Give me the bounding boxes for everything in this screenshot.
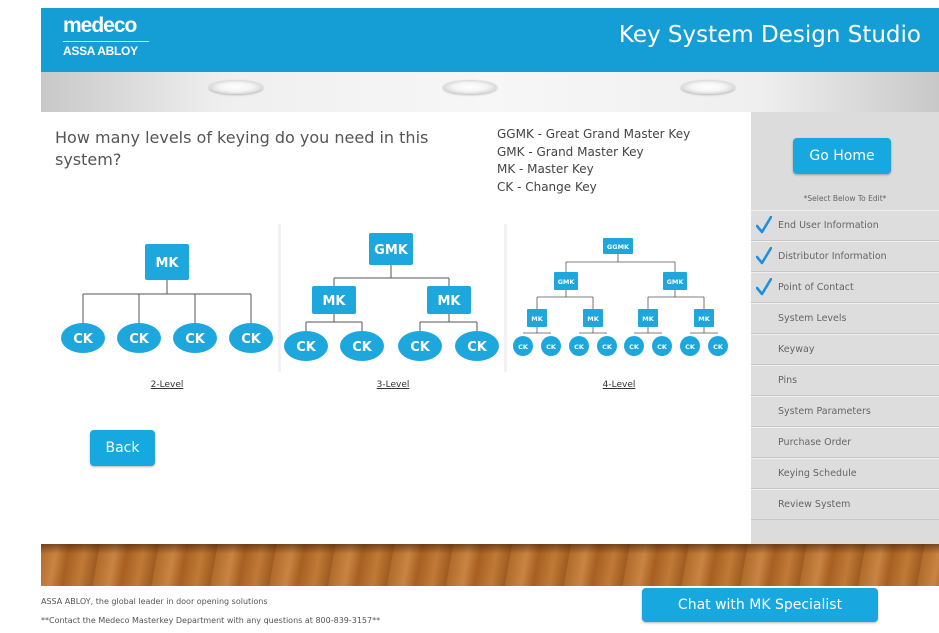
sidebar-item-label: System Levels — [778, 313, 847, 324]
sidebar-item-end-user-information[interactable]: End User Information — [751, 210, 939, 241]
node-label: CK — [410, 340, 431, 355]
node-label: MK — [642, 315, 654, 323]
node-label: MK — [322, 294, 346, 309]
node-label: GMK — [374, 243, 409, 258]
node-label: MK — [155, 256, 179, 271]
hierarchy-3-level-svg: GMK MK MK CK CK CK CK — [284, 233, 499, 361]
back-button[interactable]: Back — [90, 430, 155, 466]
sidebar: Go Home *Select Below To Edit* End User … — [751, 112, 939, 544]
hierarchy-2-level-svg: MK CK CK CK CK — [61, 244, 273, 353]
legend-item: CK - Change Key — [497, 179, 597, 194]
sidebar-item-label: Point of Contact — [778, 282, 854, 293]
footer-contact: **Contact the Medeco Masterkey Departmen… — [41, 616, 381, 625]
sidebar-item-label: Pins — [778, 375, 798, 386]
logo-sub: ASSA ABLOY — [63, 44, 138, 58]
node-label: CK — [574, 343, 585, 351]
sidebar-item-pins[interactable]: Pins — [751, 365, 939, 396]
key-legend: GGMK - Great Grand Master Key GMK - Gran… — [497, 126, 690, 196]
main-panel: How many levels of keying do you need in… — [41, 112, 751, 544]
ceiling-banner — [41, 72, 939, 112]
ceiling-lamp-icon — [443, 80, 497, 94]
diagram-3-level[interactable]: GMK MK MK CK CK CK CK — [281, 224, 504, 372]
node-label: CK — [602, 343, 613, 351]
sidebar-item-purchase-order[interactable]: Purchase Order — [751, 427, 939, 458]
hierarchy-4-level-svg: GGMK GMK GMK MK MK MK MK CK CK CK CK CK … — [513, 238, 728, 356]
logo-main: medeco — [63, 14, 137, 37]
chat-specialist-button[interactable]: Chat with MK Specialist — [642, 588, 878, 622]
ceiling-lamp-icon — [209, 80, 263, 94]
node-label: CK — [685, 343, 696, 351]
sidebar-item-system-parameters[interactable]: System Parameters — [751, 396, 939, 427]
node-label: MK — [587, 315, 599, 323]
sidebar-item-keyway[interactable]: Keyway — [751, 334, 939, 365]
sidebar-item-label: Review System — [778, 499, 851, 510]
medeco-logo: medeco ASSA ABLOY — [63, 14, 149, 58]
level-diagrams: MK CK CK CK CK GMK MK MK CK CK CK CK GGM… — [55, 224, 732, 372]
node-label: CK — [713, 343, 724, 351]
sidebar-item-label: Purchase Order — [778, 437, 852, 448]
node-label: GMK — [558, 278, 576, 286]
sidebar-item-label: System Parameters — [778, 406, 871, 417]
sidebar-item-system-levels[interactable]: System Levels — [751, 303, 939, 334]
node-label: CK — [129, 332, 150, 347]
node-label: GMK — [667, 278, 685, 286]
diagram-label-2-level[interactable]: 2-Level — [127, 380, 207, 390]
legend-item: GGMK - Great Grand Master Key — [497, 127, 691, 141]
ceiling-lamp-icon — [681, 80, 735, 94]
diagram-label-3-level[interactable]: 3-Level — [353, 380, 433, 390]
sidebar-item-review-system[interactable]: Review System — [751, 489, 939, 520]
node-label: CK — [241, 332, 262, 347]
diagram-4-level[interactable]: GGMK GMK GMK MK MK MK MK CK CK CK CK CK … — [507, 224, 732, 372]
header-bar: medeco ASSA ABLOY Key System Design Stud… — [41, 8, 939, 72]
node-label: MK — [698, 315, 710, 323]
node-label: CK — [467, 340, 488, 355]
sidebar-menu: End User Information Distributor Informa… — [751, 210, 939, 520]
diagram-label-4-level[interactable]: 4-Level — [579, 380, 659, 390]
node-label: CK — [185, 332, 206, 347]
node-label: CK — [73, 332, 94, 347]
sidebar-item-label: Keying Schedule — [778, 468, 857, 479]
legend-item: GMK - Grand Master Key — [497, 144, 644, 159]
sidebar-item-distributor-information[interactable]: Distributor Information — [751, 241, 939, 272]
question-text: How many levels of keying do you need in… — [55, 128, 429, 169]
node-label: CK — [518, 343, 529, 351]
wood-floor-banner — [41, 544, 939, 586]
sidebar-item-point-of-contact[interactable]: Point of Contact — [751, 272, 939, 303]
sidebar-item-label: End User Information — [778, 220, 879, 231]
check-icon — [756, 216, 772, 234]
app-title: Key System Design Studio — [618, 22, 921, 48]
sidebar-item-label: Distributor Information — [778, 251, 887, 262]
node-label: MK — [531, 315, 543, 323]
check-icon — [756, 247, 772, 265]
node-label: CK — [352, 340, 373, 355]
legend-item: MK - Master Key — [497, 162, 594, 176]
node-label: GGMK — [607, 243, 630, 251]
select-note: *Select Below To Edit* — [803, 194, 887, 203]
node-label: CK — [296, 340, 317, 355]
logo-divider — [63, 41, 149, 42]
node-label: CK — [657, 343, 668, 351]
node-label: CK — [546, 343, 557, 351]
node-label: MK — [437, 294, 461, 309]
node-label: CK — [629, 343, 640, 351]
go-home-button[interactable]: Go Home — [793, 138, 891, 174]
check-icon — [756, 278, 772, 296]
sidebar-item-keying-schedule[interactable]: Keying Schedule — [751, 458, 939, 489]
footer-tagline: ASSA ABLOY, the global leader in door op… — [41, 597, 268, 606]
app-root: medeco ASSA ABLOY Key System Design Stud… — [0, 0, 939, 633]
diagram-2-level[interactable]: MK CK CK CK CK — [55, 224, 278, 372]
floor-shadow — [41, 544, 939, 554]
sidebar-item-label: Keyway — [778, 344, 815, 355]
